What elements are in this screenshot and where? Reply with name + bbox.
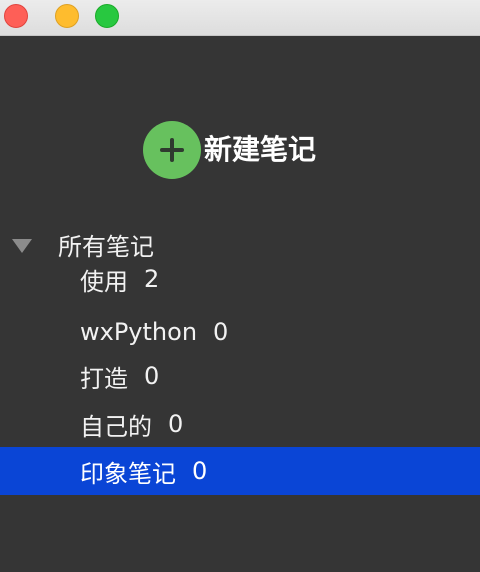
tree-item-count: 0 (144, 362, 160, 390)
tree-item-label: 使用 (80, 267, 128, 296)
tree-item-count: 2 (144, 265, 160, 293)
new-note-label: 新建笔记 (204, 133, 317, 166)
tree-item-yinxiang-selected[interactable]: 印象笔记 0 (0, 447, 480, 495)
tree-item-ziji[interactable]: 自己的 0 (0, 400, 480, 448)
close-window-button[interactable] (4, 4, 28, 28)
tree-item-label: 自己的 (80, 412, 152, 441)
tree-item-count: 0 (213, 318, 229, 346)
tree-item-count: 0 (192, 457, 208, 485)
tree-item-usage[interactable]: 使用 2 (0, 255, 480, 303)
title-bar (0, 0, 480, 36)
tree-item-count: 0 (168, 410, 184, 438)
tree-item-dazao[interactable]: 打造 0 (0, 352, 480, 400)
notes-sidebar: 新建笔记 所有笔记 使用 2 wxPython 0 打造 0 自己的 0 印象笔… (0, 36, 480, 572)
tree-item-label: wxPython (80, 318, 198, 346)
minimize-window-button[interactable] (55, 4, 79, 28)
maximize-window-button[interactable] (95, 4, 119, 28)
disclosure-triangle-icon[interactable] (12, 238, 32, 253)
plus-circle-icon[interactable] (143, 121, 201, 179)
app-window: 新建笔记 所有笔记 使用 2 wxPython 0 打造 0 自己的 0 印象笔… (0, 0, 480, 572)
tree-item-wxpython[interactable]: wxPython 0 (0, 308, 480, 356)
tree-item-label: 印象笔记 (80, 459, 176, 488)
tree-item-label: 打造 (80, 364, 128, 393)
new-note-button[interactable]: 新建笔记 (143, 121, 316, 179)
